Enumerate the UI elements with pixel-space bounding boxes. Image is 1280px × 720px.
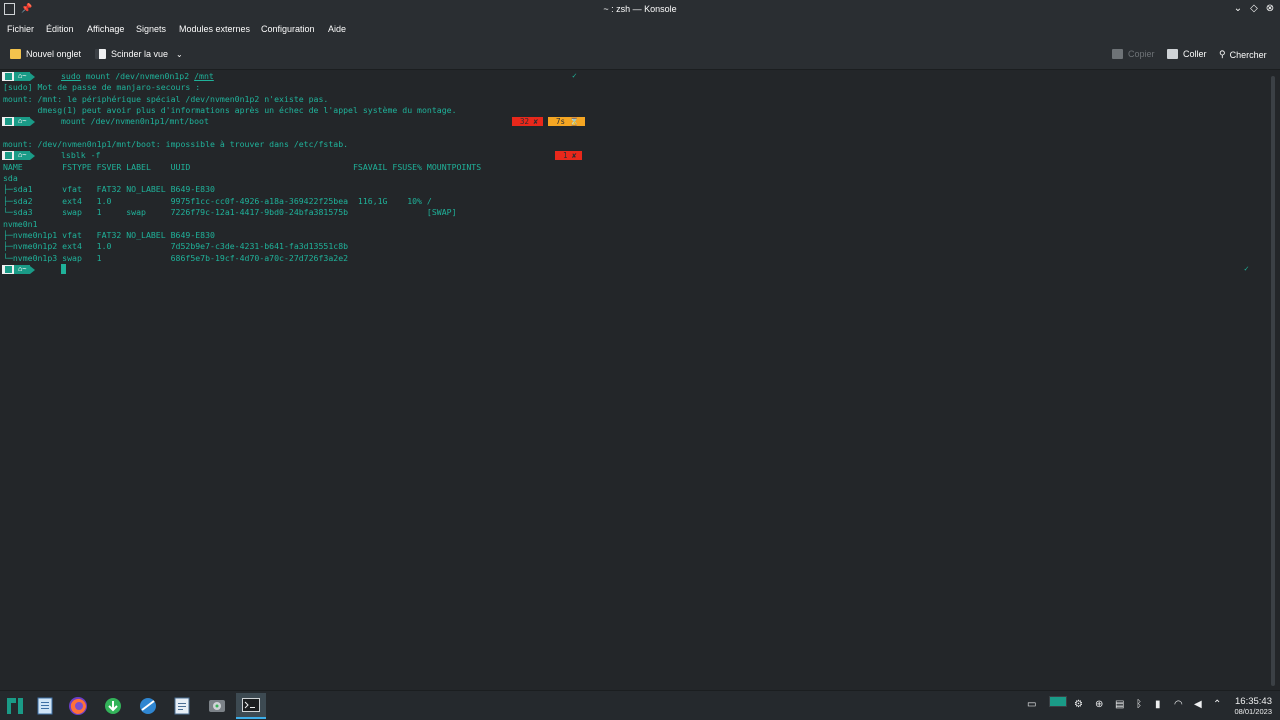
pager-icon[interactable]	[1049, 696, 1067, 707]
document-icon	[37, 697, 53, 715]
success-check-icon: ✓	[572, 71, 577, 80]
minimize-button[interactable]: ⌄	[1232, 3, 1244, 14]
disk-icon	[209, 700, 225, 712]
copy-icon	[1112, 49, 1123, 59]
manjaro-icon	[2, 265, 14, 274]
manjaro-icon	[2, 72, 14, 81]
prompt: ⌂ ~	[2, 265, 36, 274]
close-button[interactable]: ⊗	[1264, 3, 1276, 14]
output-line: dmesg(1) peut avoir plus d'informations …	[3, 105, 457, 115]
taskbar-disk-manager[interactable]	[202, 693, 232, 719]
search-icon: ⚲	[1219, 49, 1226, 59]
taskbar-downloader[interactable]	[98, 693, 128, 719]
usb-device-icon[interactable]: ▮	[1155, 699, 1161, 710]
lsblk-row: sda	[3, 173, 18, 183]
wifi-icon[interactable]: ◠	[1174, 699, 1183, 710]
manjaro-logo-icon	[7, 698, 23, 714]
lsblk-row: nvme0n1	[3, 219, 38, 229]
home-segment: ⌂ ~	[14, 117, 31, 126]
lsblk-row: ├─nvme0n1p1 vfat FAT32 NO_LABEL B649-E83…	[3, 230, 215, 240]
toolbar: Nouvel onglet Scinder la vue ⌄ Copier Co…	[0, 41, 1280, 70]
firefox-icon	[69, 697, 87, 715]
copy-button[interactable]: Copier	[1112, 49, 1155, 59]
paste-icon	[1167, 49, 1178, 59]
menu-modules-externes[interactable]: Modules externes	[179, 24, 250, 34]
chevron-down-icon[interactable]: ⌄	[176, 50, 183, 59]
manjaro-icon	[2, 151, 14, 160]
duration-badge: 7s ⌛	[548, 117, 585, 126]
terminal-view[interactable]: ⌂ ~ sudo mount /dev/nvmen0n1p2 /mnt ✓ [s…	[0, 70, 1270, 690]
home-segment: ⌂ ~	[14, 151, 31, 160]
terminal-icon	[242, 698, 260, 712]
search-button[interactable]: ⚲ Chercher	[1219, 49, 1267, 60]
prompt: ⌂ ~	[2, 151, 36, 160]
updates-icon[interactable]: ⊕	[1095, 699, 1103, 710]
success-check-icon: ✓	[1244, 264, 1249, 273]
clock-date: 08/01/2023	[1234, 707, 1272, 716]
taskbar-text-editor[interactable]	[167, 693, 197, 719]
split-view-label: Scinder la vue	[111, 49, 169, 59]
new-tab-label: Nouvel onglet	[26, 49, 82, 59]
manjaro-icon	[2, 117, 14, 126]
menu-configuration[interactable]: Configuration	[261, 24, 315, 34]
bluetooth-icon[interactable]: ᛒ	[1136, 699, 1142, 710]
new-tab-icon	[10, 49, 21, 59]
clock-time: 16:35:43	[1235, 696, 1272, 707]
taskbar-file-manager[interactable]	[30, 693, 60, 719]
taskbar-browser[interactable]	[133, 693, 163, 719]
lsblk-row: └─nvme0n1p3 swap 1 686f5e7b-19cf-4d70-a7…	[3, 253, 349, 263]
volume-icon[interactable]: ◀	[1194, 699, 1202, 710]
text-editor-icon	[174, 697, 190, 715]
taskbar-konsole[interactable]	[236, 693, 266, 719]
command-line: sudo mount /dev/nvmen0n1p2 /mnt	[61, 71, 214, 81]
split-view-icon	[95, 49, 106, 59]
home-segment: ⌂ ~	[14, 72, 31, 81]
taskbar: ▭ ⚙ ⊕ ▤ ᛒ ▮ ◠ ◀ ⌃ 16:35:43 08/01/2023	[0, 690, 1280, 720]
menu-aide[interactable]: Aide	[328, 24, 346, 34]
taskbar-firefox[interactable]	[63, 693, 93, 719]
search-label: Chercher	[1229, 49, 1267, 60]
command-line: mount /dev/nvmen0n1p1/mnt/boot	[61, 116, 209, 126]
output-line: mount: /mnt: le périphérique spécial /de…	[3, 94, 329, 104]
output-line: mount: /dev/nvmen0n1p1/mnt/boot: impossi…	[3, 139, 349, 149]
scrollbar[interactable]	[1271, 76, 1275, 686]
text-cursor	[61, 264, 66, 274]
title-bar[interactable]: 📌 ~ : zsh — Konsole ⌄ ◇ ⊗	[0, 0, 1280, 19]
home-segment: ⌂ ~	[14, 265, 31, 274]
prompt: ⌂ ~	[2, 117, 36, 126]
window-title: ~ : zsh — Konsole	[603, 4, 677, 14]
menu-fichier[interactable]: Fichier	[7, 24, 34, 34]
paste-button[interactable]: Coller	[1167, 49, 1207, 59]
show-desktop-icon[interactable]: ▭	[1027, 699, 1036, 710]
notifications-icon[interactable]: ⚙	[1074, 699, 1083, 710]
lsblk-row: ├─sda2 ext4 1.0 9975f1cc-cc0f-4926-a18a-…	[3, 196, 432, 206]
lsblk-row: └─sda3 swap 1 swap 7226f79c-12a1-4417-9b…	[3, 207, 457, 217]
menu-affichage[interactable]: Affichage	[87, 24, 124, 34]
application-launcher[interactable]	[0, 693, 30, 719]
command-line: lsblk -f	[61, 150, 101, 160]
lsblk-header: NAME FSTYPE FSVER LABEL UUID FSAVAIL FSU…	[3, 162, 482, 172]
menu-bar: Fichier Édition Affichage Signets Module…	[0, 19, 1280, 41]
new-tab-button[interactable]: Nouvel onglet	[10, 49, 81, 59]
output-line: [sudo] Mot de passe de manjaro-secours :	[3, 82, 201, 92]
expand-tray-icon[interactable]: ⌃	[1213, 699, 1221, 710]
lsblk-row: ├─nvme0n1p2 ext4 1.0 7d52b9e7-c3de-4231-…	[3, 241, 349, 251]
split-view-button[interactable]: Scinder la vue ⌄	[95, 49, 183, 59]
maximize-button[interactable]: ◇	[1248, 3, 1260, 14]
clock[interactable]: 16:35:43 08/01/2023	[1234, 696, 1272, 716]
paste-label: Coller	[1183, 49, 1207, 59]
menu-edition[interactable]: Édition	[46, 24, 74, 34]
error-code-badge: 32 ✘	[512, 117, 544, 126]
globe-icon	[140, 698, 156, 714]
error-code-badge: 1 ✘	[555, 151, 582, 160]
download-icon	[105, 698, 121, 714]
menu-signets[interactable]: Signets	[136, 24, 166, 34]
prompt: ⌂ ~	[2, 72, 36, 81]
lsblk-row: ├─sda1 vfat FAT32 NO_LABEL B649-E830	[3, 184, 215, 194]
clipboard-icon[interactable]: ▤	[1115, 699, 1124, 710]
copy-label: Copier	[1128, 49, 1155, 59]
